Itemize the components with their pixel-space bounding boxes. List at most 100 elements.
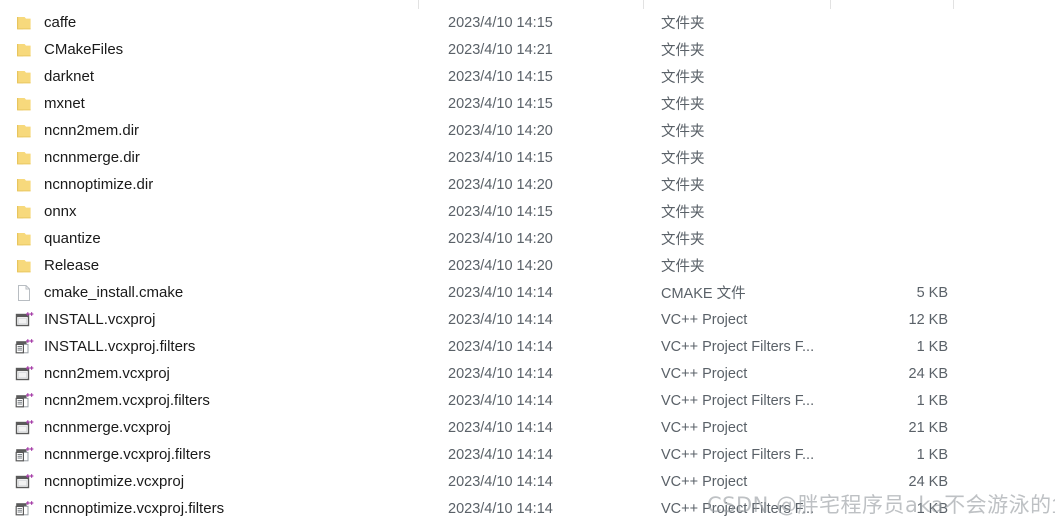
column-separator-name-date[interactable] bbox=[418, 0, 419, 9]
file-row[interactable]: ncnn2mem.dir 2023/4/10 14:20 文件夹 bbox=[0, 117, 1055, 144]
file-name-cell[interactable]: quantize bbox=[0, 229, 418, 249]
file-row[interactable]: mxnet 2023/4/10 14:15 文件夹 bbox=[0, 90, 1055, 117]
file-type: VC++ Project Filters F... bbox=[661, 500, 815, 517]
file-name-cell[interactable]: ncnnmerge.dir bbox=[0, 148, 418, 168]
file-row[interactable]: ncnnoptimize.vcxproj 2023/4/10 14:14 VC++ … bbox=[0, 468, 1055, 495]
folder-icon bbox=[14, 67, 34, 87]
file-row[interactable]: ncnnoptimize.dir 2023/4/10 14:20 文件夹 bbox=[0, 171, 1055, 198]
file-name-cell[interactable]: ncnn2mem.vcxproj bbox=[0, 364, 418, 384]
folder-icon bbox=[14, 40, 34, 60]
file-date-modified: 2023/4/10 14:14 bbox=[448, 500, 553, 517]
file-row[interactable]: INSTALL.vcxproj 2023/4/10 14:14 VC++ Proje… bbox=[0, 306, 1055, 333]
file-name-label: ncnnoptimize.vcxproj.filters bbox=[44, 500, 225, 517]
file-row[interactable]: onnx 2023/4/10 14:15 文件夹 bbox=[0, 198, 1055, 225]
file-name-label: caffe bbox=[44, 14, 77, 31]
file-name-label: ncnnmerge.dir bbox=[44, 149, 140, 166]
file-row[interactable]: Release 2023/4/10 14:20 文件夹 bbox=[0, 252, 1055, 279]
column-separator-size-end[interactable] bbox=[953, 0, 954, 9]
file-size: 1 KB bbox=[916, 446, 948, 463]
folder-icon bbox=[14, 13, 34, 33]
folder-icon bbox=[14, 94, 34, 114]
file-name-label: Release bbox=[44, 257, 100, 274]
file-date-modified: 2023/4/10 14:14 bbox=[448, 311, 553, 328]
file-date-modified: 2023/4/10 14:15 bbox=[448, 203, 553, 220]
column-separator-date-type[interactable] bbox=[643, 0, 644, 9]
folder-icon bbox=[14, 121, 34, 141]
file-name-cell[interactable]: ncnnmerge.vcxproj.filters bbox=[0, 445, 418, 465]
column-separators bbox=[0, 0, 1055, 9]
file-name-cell[interactable]: cmake_install.cmake bbox=[0, 283, 418, 303]
file-row[interactable]: cmake_install.cmake 2023/4/10 14:14 CMAKE … bbox=[0, 279, 1055, 306]
file-name-cell[interactable]: ncnn2mem.vcxproj.filters bbox=[0, 391, 418, 411]
file-type: VC++ Project bbox=[661, 311, 748, 328]
file-name-label: quantize bbox=[44, 230, 101, 247]
file-name-cell[interactable]: ncnn2mem.dir bbox=[0, 121, 418, 141]
file-date-modified: 2023/4/10 14:15 bbox=[448, 95, 553, 112]
file-row[interactable]: ncnn2mem.vcxproj 2023/4/10 14:14 VC++ Proj… bbox=[0, 360, 1055, 387]
file-row[interactable]: INSTALL.vcxproj.filters 2023/4/10 14:14 VC… bbox=[0, 333, 1055, 360]
file-date-modified: 2023/4/10 14:15 bbox=[448, 14, 553, 31]
folder-icon bbox=[14, 202, 34, 222]
file-name-label: ncnn2mem.dir bbox=[44, 122, 140, 139]
vcxproj-icon bbox=[14, 364, 34, 384]
file-size: 1 KB bbox=[916, 338, 948, 355]
file-row[interactable]: ncnnmerge.dir 2023/4/10 14:15 文件夹 bbox=[0, 144, 1055, 171]
file-name-cell[interactable]: ncnnoptimize.vcxproj bbox=[0, 472, 418, 492]
file-date-modified: 2023/4/10 14:14 bbox=[448, 419, 553, 436]
file-name-cell[interactable]: ncnnmerge.vcxproj bbox=[0, 418, 418, 438]
file-row[interactable]: darknet 2023/4/10 14:15 文件夹 bbox=[0, 63, 1055, 90]
file-name-cell[interactable]: INSTALL.vcxproj bbox=[0, 310, 418, 330]
file-list[interactable]: caffe 2023/4/10 14:15 文件夹 CMakeFiles 2023/4/… bbox=[0, 9, 1055, 522]
file-name-cell[interactable]: ncnnoptimize.vcxproj.filters bbox=[0, 499, 418, 519]
file-size: 12 KB bbox=[908, 311, 949, 328]
file-name-cell[interactable]: Release bbox=[0, 256, 418, 276]
file-size: 1 KB bbox=[916, 500, 948, 517]
file-name-label: ncnnmerge.vcxproj bbox=[44, 419, 171, 436]
file-name-cell[interactable]: onnx bbox=[0, 202, 418, 222]
file-type: 文件夹 bbox=[661, 151, 705, 167]
vcxproj-filters-icon bbox=[14, 391, 34, 411]
file-row[interactable]: caffe 2023/4/10 14:15 文件夹 bbox=[0, 9, 1055, 36]
file-name-cell[interactable]: caffe bbox=[0, 13, 418, 33]
file-name-cell[interactable]: mxnet bbox=[0, 94, 418, 114]
file-row[interactable]: ncnnmerge.vcxproj 2023/4/10 14:14 VC++ Pro… bbox=[0, 414, 1055, 441]
file-row[interactable]: ncnn2mem.vcxproj.filters 2023/4/10 14:14 V… bbox=[0, 387, 1055, 414]
file-name-cell[interactable]: INSTALL.vcxproj.filters bbox=[0, 337, 418, 357]
file-date-modified: 2023/4/10 14:21 bbox=[448, 41, 553, 58]
file-name-label: ncnn2mem.vcxproj.filters bbox=[44, 392, 210, 409]
file-type: 文件夹 bbox=[661, 205, 705, 221]
file-type: VC++ Project bbox=[661, 365, 748, 382]
file-name-label: mxnet bbox=[44, 95, 85, 112]
file-size: 24 KB bbox=[908, 473, 949, 490]
file-row[interactable]: ncnnmerge.vcxproj.filters 2023/4/10 14:14… bbox=[0, 441, 1055, 468]
file-name-label: ncnn2mem.vcxproj bbox=[44, 365, 170, 382]
folder-icon bbox=[14, 229, 34, 249]
file-type: 文件夹 bbox=[661, 124, 705, 140]
file-type: 文件夹 bbox=[661, 232, 705, 248]
folder-icon bbox=[14, 175, 34, 195]
file-type: CMAKE 文件 bbox=[661, 286, 746, 302]
file-name-label: ncnnmerge.vcxproj.filters bbox=[44, 446, 211, 463]
file-name-cell[interactable]: CMakeFiles bbox=[0, 40, 418, 60]
file-size: 24 KB bbox=[908, 365, 949, 382]
file-type: VC++ Project Filters F... bbox=[661, 338, 815, 355]
file-name-cell[interactable]: ncnnoptimize.dir bbox=[0, 175, 418, 195]
file-name-label: cmake_install.cmake bbox=[44, 284, 184, 301]
file-type: 文件夹 bbox=[661, 97, 705, 113]
file-date-modified: 2023/4/10 14:20 bbox=[448, 176, 553, 193]
file-name-label: ncnnoptimize.dir bbox=[44, 176, 154, 193]
file-row[interactable]: ncnnoptimize.vcxproj.filters 2023/4/10 14… bbox=[0, 495, 1055, 522]
file-row[interactable]: quantize 2023/4/10 14:20 文件夹 bbox=[0, 225, 1055, 252]
file-row[interactable]: CMakeFiles 2023/4/10 14:21 文件夹 bbox=[0, 36, 1055, 63]
file-date-modified: 2023/4/10 14:14 bbox=[448, 338, 553, 355]
column-separator-type-size[interactable] bbox=[830, 0, 831, 9]
file-name-cell[interactable]: darknet bbox=[0, 67, 418, 87]
file-date-modified: 2023/4/10 14:20 bbox=[448, 230, 553, 247]
file-type: VC++ Project Filters F... bbox=[661, 392, 815, 409]
file-name-label: darknet bbox=[44, 68, 95, 85]
file-size: 5 KB bbox=[916, 284, 948, 301]
file-name-label: ncnnoptimize.vcxproj bbox=[44, 473, 185, 490]
file-name-label: INSTALL.vcxproj bbox=[44, 311, 156, 328]
folder-icon bbox=[14, 148, 34, 168]
file-date-modified: 2023/4/10 14:20 bbox=[448, 257, 553, 274]
